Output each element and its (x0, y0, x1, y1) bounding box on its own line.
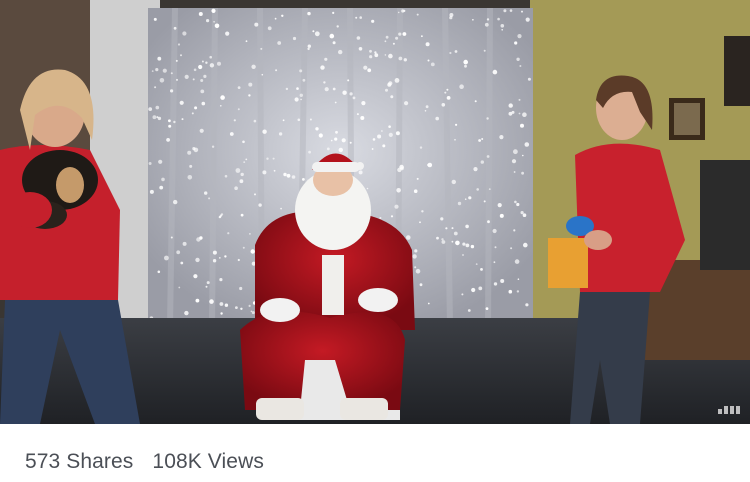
shares-count[interactable]: 573 Shares (25, 450, 133, 474)
video-stats: 573 Shares 108K Views (25, 450, 264, 474)
video-frame (0, 0, 750, 424)
treat-bag (548, 238, 588, 288)
video-player[interactable] (0, 0, 750, 424)
views-count: 108K Views (152, 450, 264, 473)
signal-bars-icon[interactable] (718, 406, 740, 414)
